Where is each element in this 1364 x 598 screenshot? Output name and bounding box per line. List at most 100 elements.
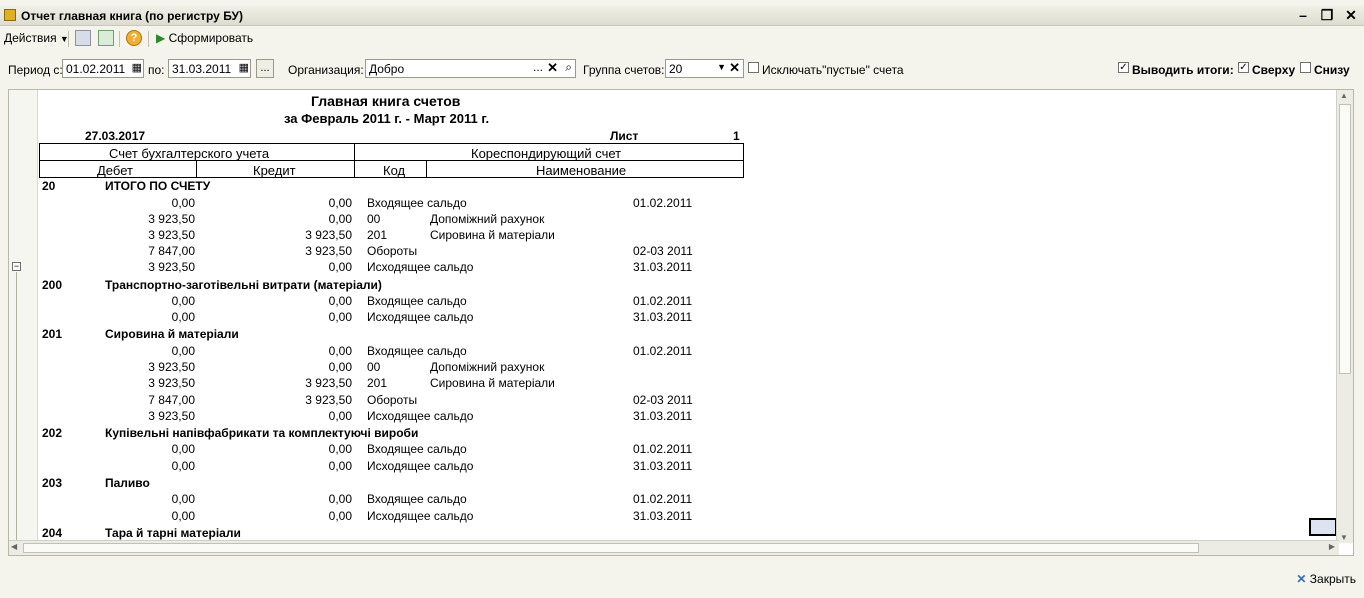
horizontal-scroll-thumb[interactable] (23, 543, 1199, 553)
debit-value: 3 923,50 (148, 211, 195, 226)
show-totals-label: Выводить итоги: (1132, 63, 1234, 77)
corr-code: Исходящее сальдо (367, 408, 474, 423)
corr-name: Сировина й матеріали (430, 227, 555, 242)
generate-button[interactable]: ▶ Сформировать (156, 31, 253, 45)
org-field[interactable]: Добро ... ✕ ⌕ (365, 59, 576, 78)
header-code: Код (383, 163, 406, 178)
group-label: Группа счетов: (583, 63, 665, 77)
restore-icon[interactable]: ❐ (1320, 7, 1334, 24)
credit-value: 0,00 (328, 508, 352, 523)
vertical-scroll-thumb[interactable] (1339, 104, 1351, 374)
corr-code: 201 (367, 227, 388, 242)
minimize-icon[interactable]: – (1296, 7, 1310, 24)
header-credit: Кредит (253, 163, 296, 178)
top-checkbox[interactable]: ✓ (1238, 62, 1249, 73)
corr-code: 00 (367, 211, 381, 226)
corr-code: Исходящее сальдо (367, 508, 474, 523)
group-account-name: Паливо (105, 475, 150, 490)
top-label: Сверху (1252, 63, 1296, 77)
scroll-up-icon[interactable]: ▲ (1340, 91, 1348, 100)
period-to-field[interactable]: 31.03.2011 ▦ (168, 59, 251, 78)
period-from-field[interactable]: 01.02.2011 ▦ (62, 59, 144, 78)
org-select-button[interactable]: ... (533, 60, 543, 74)
period-date: 02-03 2011 (633, 392, 693, 407)
group-account-code: 203 (42, 475, 63, 490)
debit-value: 0,00 (171, 294, 195, 308)
credit-value: 0,00 (328, 408, 352, 423)
period-date: 01.02.2011 (633, 195, 693, 210)
credit-value: 0,00 (328, 310, 352, 325)
debit-value: 0,00 (171, 343, 195, 358)
calendar-icon[interactable]: ▦ (239, 61, 249, 74)
corr-code: Исходящее сальдо (367, 458, 474, 473)
close-x-icon: ✕ (1296, 572, 1307, 586)
generate-label: Сформировать (168, 31, 254, 45)
sheet-number: 1 (733, 129, 740, 143)
period-from-label: Период с: (8, 63, 63, 77)
credit-value: 0,00 (328, 458, 352, 473)
help-icon[interactable]: ? (126, 30, 142, 46)
debit-value: 0,00 (171, 458, 195, 473)
horizontal-scrollbar[interactable]: ◀ ▶ (9, 540, 1339, 555)
period-date: 01.02.2011 (633, 492, 693, 507)
window-title: Отчет главная книга (по регистру БУ) (21, 9, 243, 23)
calendar-icon[interactable]: ▦ (132, 61, 142, 74)
credit-value: 3 923,50 (305, 244, 352, 259)
debit-value: 0,00 (171, 442, 195, 457)
app-icon (4, 9, 16, 21)
close-icon[interactable]: ✕ (1344, 7, 1358, 24)
grouping-gutter: − (9, 90, 38, 543)
group-account-name: Транспортно-заготівельні витрати (матері… (105, 277, 382, 292)
debit-value: 3 923,50 (148, 376, 195, 391)
debit-value: 0,00 (171, 508, 195, 523)
period-to-label: по: (148, 63, 165, 77)
bottom-checkbox[interactable] (1300, 62, 1311, 73)
credit-value: 0,00 (328, 195, 352, 210)
vertical-scrollbar[interactable]: ▲ ▼ (1336, 90, 1353, 543)
report-sheet: Главная книга счетов за Февраль 2011 г. … (39, 90, 1339, 543)
scroll-down-icon[interactable]: ▼ (1340, 533, 1348, 542)
group-account-name: Сировина й матеріали (105, 327, 239, 342)
clear-icon[interactable]: ✕ (547, 60, 558, 76)
corr-code: Входящее сальдо (367, 442, 467, 457)
scroll-right-icon[interactable]: ▶ (1329, 542, 1335, 551)
credit-value: 0,00 (328, 442, 352, 457)
credit-value: 3 923,50 (305, 227, 352, 242)
group-account-code: 202 (42, 425, 63, 440)
report-document[interactable]: − Главная книга счетов за Февраль 2011 г… (8, 89, 1354, 556)
exclude-empty-label: Исключать"пустые" счета (762, 63, 904, 77)
toolbar-separator (148, 31, 149, 47)
save-icon[interactable] (98, 30, 114, 46)
report-date: 27.03.2017 (85, 129, 146, 143)
corr-code: Обороты (367, 244, 418, 259)
credit-value: 0,00 (328, 260, 352, 275)
group-account-code: 201 (42, 327, 63, 342)
group-value: 20 (669, 62, 683, 76)
credit-value: 0,00 (328, 492, 352, 507)
period-date: 31.03.2011 (633, 458, 693, 473)
scroll-left-icon[interactable]: ◀ (11, 542, 17, 551)
org-label: Организация: (288, 63, 364, 77)
group-account-code: 20 (42, 179, 56, 193)
search-icon[interactable]: ⌕ (565, 60, 572, 75)
dropdown-arrow-icon[interactable]: ▼ (717, 62, 726, 72)
group-account-code: 200 (42, 277, 63, 292)
exclude-empty-checkbox[interactable] (748, 62, 759, 73)
print-preview-icon[interactable] (75, 30, 91, 46)
selected-cell[interactable] (1309, 518, 1337, 536)
show-totals-checkbox[interactable]: ✓ (1118, 62, 1129, 73)
debit-value: 3 923,50 (148, 260, 195, 275)
clear-icon[interactable]: ✕ (729, 60, 740, 76)
period-date: 31.03.2011 (633, 260, 693, 275)
period-select-button[interactable]: ... (256, 59, 274, 78)
group-field[interactable]: 20 ▼ ✕ (665, 59, 744, 78)
actions-menu[interactable]: Действия ▼ (4, 31, 69, 45)
corr-code: Входящее сальдо (367, 195, 467, 210)
collapse-icon[interactable]: − (12, 262, 21, 271)
window-titlebar: Отчет главная книга (по регистру БУ) – ❐… (0, 6, 1364, 26)
close-button[interactable]: ✕ Закрыть (1296, 572, 1356, 586)
close-label: Закрыть (1309, 572, 1356, 586)
corr-code: Исходящее сальдо (367, 310, 474, 325)
header-corr: Кореспондирующий счет (471, 146, 622, 161)
debit-value: 3 923,50 (148, 408, 195, 423)
